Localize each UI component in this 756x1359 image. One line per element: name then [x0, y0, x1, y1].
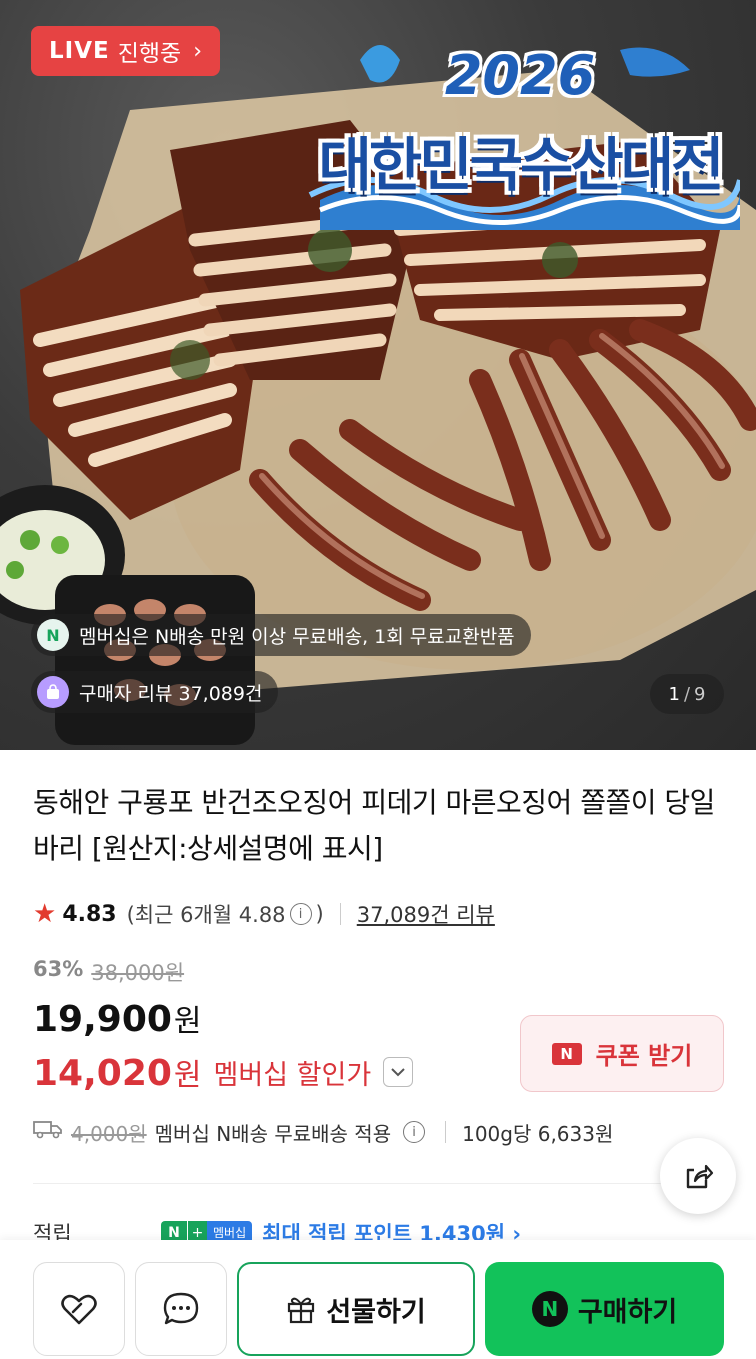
review-count-chip[interactable]: 구매자 리뷰 37,089건	[31, 671, 279, 713]
sale-price-unit: 원	[173, 1004, 202, 1039]
product-title: 동해안 구룡포 반건조오징어 피데기 마른오징어 쫄쫄이 당일바리 [원산지:상…	[33, 786, 715, 865]
buy-button-label: 구매하기	[577, 1296, 678, 1328]
bag-icon	[37, 676, 69, 708]
original-price: 38,000원	[91, 961, 185, 985]
shipping-row: 4,000원 멤버십 N배송 무료배송 적용 i 100g당 6,633원	[33, 1114, 613, 1150]
chevron-down-icon[interactable]	[383, 1057, 414, 1087]
bottom-action-bar: 선물하기 N 구매하기	[0, 1240, 756, 1359]
member-price-amount: 14,020	[33, 1053, 172, 1094]
recent-rating-text: (최근 6개월 4.88	[126, 903, 286, 927]
rating-row: ★ 4.83 (최근 6개월 4.88 i ) 37,089건 리뷰	[33, 896, 495, 932]
chat-icon	[163, 1292, 199, 1325]
gift-button[interactable]: 선물하기	[237, 1262, 475, 1356]
share-button[interactable]	[660, 1138, 736, 1214]
membership-benefit-chip[interactable]: N 멤버십은 N배송 만원 이상 무료배송, 1회 무료교환반품	[31, 614, 531, 656]
live-badge[interactable]: LIVE 진행중 ›	[31, 26, 221, 76]
discount-row: 63% 38,000원	[33, 957, 184, 987]
image-page-counter: 1 / 9	[650, 674, 724, 714]
info-icon[interactable]: i	[289, 903, 312, 925]
review-count-link[interactable]: 37,089건 리뷰	[357, 899, 495, 929]
gift-icon	[288, 1297, 315, 1324]
coupon-button-label: 쿠폰 받기	[595, 1042, 693, 1070]
page-separator: /	[683, 683, 691, 705]
member-price-row: 14,020원 멤버십 할인가	[33, 1050, 414, 1094]
chevron-right-icon: ›	[193, 38, 203, 64]
member-price: 14,020원	[33, 1050, 202, 1094]
divider	[339, 903, 341, 925]
membership-benefit-text: 멤버십은 N배송 만원 이상 무료배송, 1회 무료교환반품	[79, 625, 515, 648]
discount-rate: 63%	[33, 957, 84, 981]
member-price-label: 멤버십 할인가	[213, 1059, 372, 1091]
naver-n-icon: N	[551, 1042, 582, 1065]
chat-button[interactable]	[135, 1262, 227, 1356]
coupon-button[interactable]: N 쿠폰 받기	[520, 1015, 724, 1092]
naver-n-icon: N	[37, 619, 69, 651]
live-label: LIVE	[49, 38, 110, 64]
rating-score: 4.83	[62, 901, 117, 927]
divider	[445, 1121, 447, 1143]
truck-icon	[33, 1119, 63, 1145]
heart-icon	[61, 1294, 97, 1325]
share-icon	[686, 1164, 714, 1189]
member-price-unit: 원	[173, 1058, 202, 1093]
gift-button-label: 선물하기	[326, 1296, 426, 1328]
info-icon[interactable]: i	[403, 1121, 426, 1143]
current-page: 1	[668, 683, 680, 705]
product-image-carousel[interactable]: LIVE 진행중 › 2026 대한민국수산대전 N 멤버십은 N배송 만원 이…	[0, 0, 756, 750]
event-year: 2026	[444, 44, 596, 107]
sale-price: 19,900원	[33, 996, 202, 1040]
star-icon: ★	[33, 899, 57, 929]
recent-rating-close: )	[315, 902, 324, 926]
sale-price-amount: 19,900	[33, 999, 172, 1040]
live-status-label: 진행중	[117, 41, 182, 67]
review-count-text: 구매자 리뷰 37,089건	[79, 682, 263, 705]
like-button[interactable]	[33, 1262, 125, 1356]
buy-button[interactable]: N 구매하기	[485, 1262, 724, 1356]
event-title: 대한민국수산대전	[318, 131, 725, 199]
unit-price: 100g당 6,633원	[462, 1121, 614, 1146]
naver-n-icon: N	[531, 1291, 568, 1327]
event-logo: 2026 대한민국수산대전	[300, 30, 740, 230]
total-pages: 9	[694, 683, 706, 705]
shipping-text: 멤버십 N배송 무료배송 적용	[154, 1121, 392, 1146]
section-divider	[33, 1183, 723, 1184]
shipping-fee: 4,000원	[71, 1121, 147, 1146]
